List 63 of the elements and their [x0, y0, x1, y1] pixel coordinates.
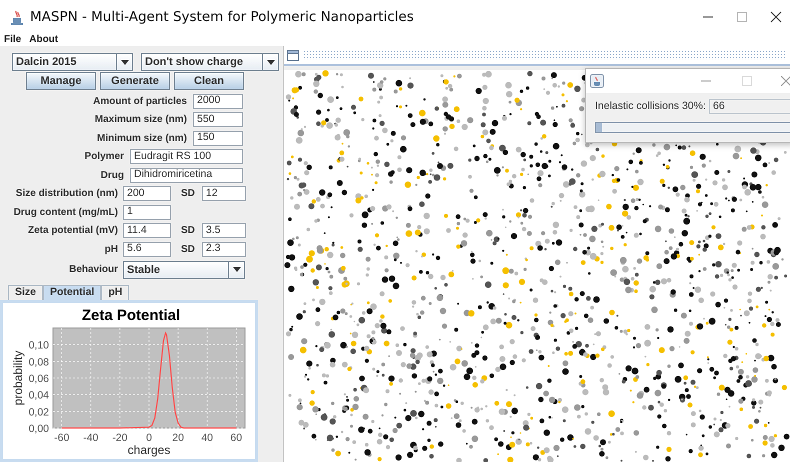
- dropdown-arrow-icon: [232, 267, 240, 272]
- field-label: Amount of particles: [92, 94, 187, 109]
- manage-button[interactable]: Manage: [26, 72, 96, 90]
- input-field[interactable]: 3.5: [202, 223, 246, 238]
- tick-label: -40: [83, 432, 98, 444]
- collisions-field[interactable]: 66: [709, 99, 790, 114]
- dropdown-arrow-icon: [266, 60, 274, 64]
- input-field[interactable]: 2.3: [202, 242, 246, 257]
- field-label: Zeta potential (mV): [26, 224, 118, 238]
- menu-item[interactable]: File: [0, 34, 26, 46]
- tick-label: -20: [112, 432, 128, 444]
- collisions-label: Inelastic collisions 30%:: [595, 99, 707, 114]
- field-label: Minimum size (nm): [96, 132, 187, 146]
- field-label: SD: [181, 224, 195, 238]
- tick-label: 20: [172, 432, 184, 444]
- field-label: Drug content (mg/mL): [12, 206, 118, 220]
- axis-label: charges: [128, 442, 170, 456]
- input-field[interactable]: 2000: [193, 94, 243, 109]
- tick-label: 60: [230, 432, 242, 444]
- tick-label: 0,00: [28, 422, 49, 434]
- field-label: Drug: [100, 168, 124, 183]
- tab[interactable]: Size: [8, 284, 44, 300]
- axis-label: probability: [11, 350, 25, 405]
- field-label: SD: [181, 242, 195, 257]
- field-label: Polymer: [84, 150, 124, 164]
- dropdown[interactable]: Stable: [123, 260, 245, 278]
- field-label: pH: [104, 242, 118, 257]
- tick-label: -60: [54, 432, 70, 444]
- menu-item[interactable]: About: [25, 34, 62, 46]
- chart-title: Zeta Potential: [82, 306, 180, 324]
- input-field[interactable]: Dihidromiricetina: [130, 168, 243, 183]
- tick-label: 0,04: [28, 389, 49, 402]
- app-icon: [590, 74, 604, 88]
- tick-label: 0,08: [28, 356, 49, 368]
- tick-label: 0: [146, 432, 152, 444]
- field-label: SD: [181, 187, 195, 202]
- tick-label: 0,02: [28, 406, 49, 418]
- generate-button[interactable]: Generate: [100, 72, 170, 90]
- close-icon[interactable]: [770, 11, 782, 23]
- app-icon: [10, 9, 24, 25]
- input-field[interactable]: 5.6: [123, 242, 171, 257]
- input-field[interactable]: 150: [193, 130, 243, 146]
- dropdown[interactable]: Don't show charge: [141, 53, 279, 71]
- clean-button[interactable]: Clean: [174, 72, 244, 90]
- tick-label: 0,10: [28, 339, 49, 352]
- window-icon: [287, 50, 299, 60]
- field-label: Maximum size (nm): [94, 113, 187, 128]
- input-field[interactable]: Eudragit RS 100: [130, 149, 243, 164]
- tab[interactable]: pH: [101, 284, 130, 300]
- input-field[interactable]: 12: [202, 186, 246, 202]
- window-title: MASPN - Multi-Agent System for Polymeric Nanoparticles: [30, 8, 414, 27]
- tab[interactable]: Potential: [43, 284, 102, 300]
- input-field[interactable]: 200: [123, 186, 171, 202]
- tick-label: 40: [201, 432, 214, 444]
- dropdown[interactable]: Dalcin 2015: [12, 53, 133, 71]
- input-field[interactable]: 1: [123, 204, 171, 220]
- input-field[interactable]: 11.4: [123, 223, 171, 238]
- field-label: Size distribution (nm): [14, 187, 118, 202]
- dropdown-arrow-icon: [120, 60, 128, 64]
- maximize-icon[interactable]: [736, 11, 748, 23]
- input-field[interactable]: 550: [193, 112, 243, 128]
- field-label: Behaviour: [68, 263, 118, 277]
- tick-label: 0,06: [28, 372, 49, 384]
